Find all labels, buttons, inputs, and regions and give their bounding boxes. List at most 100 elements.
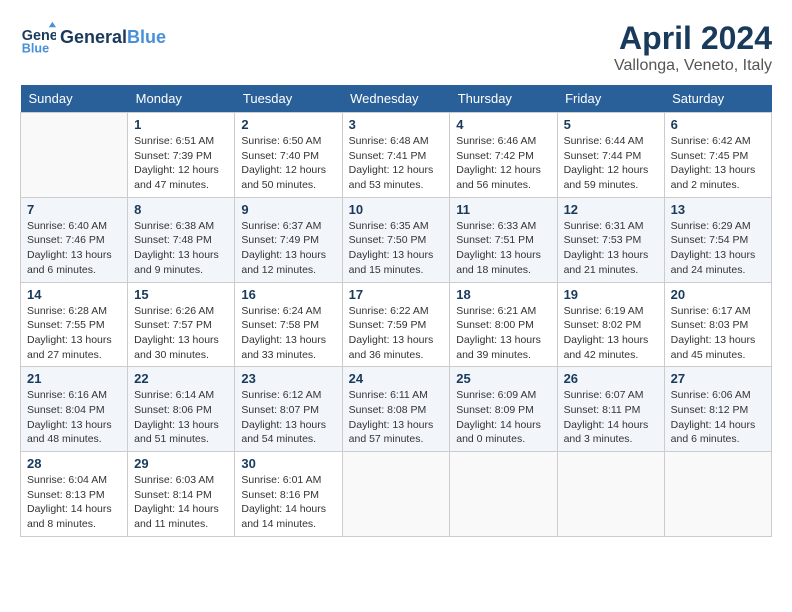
- calendar-week-row: 1 Sunrise: 6:51 AMSunset: 7:39 PMDaylight…: [21, 113, 772, 198]
- calendar-cell: 27 Sunrise: 6:06 AMSunset: 8:12 PMDayligh…: [664, 367, 771, 452]
- calendar-cell: 18 Sunrise: 6:21 AMSunset: 8:00 PMDayligh…: [450, 282, 557, 367]
- weekday-header-cell: Wednesday: [342, 85, 450, 113]
- day-info: Sunrise: 6:28 AMSunset: 7:55 PMDaylight:…: [27, 304, 121, 363]
- day-info: Sunrise: 6:33 AMSunset: 7:51 PMDaylight:…: [456, 219, 550, 278]
- day-number: 14: [27, 287, 121, 302]
- calendar-cell: 9Sunrise: 6:37 AMSunset: 7:49 PMDaylight…: [235, 197, 342, 282]
- day-number: 17: [349, 287, 444, 302]
- day-info: Sunrise: 6:09 AMSunset: 8:09 PMDaylight:…: [456, 388, 550, 447]
- weekday-header-cell: Tuesday: [235, 85, 342, 113]
- day-info: Sunrise: 6:19 AMSunset: 8:02 PMDaylight:…: [564, 304, 658, 363]
- day-number: 4: [456, 117, 550, 132]
- calendar-cell: 24Sunrise: 6:11 AMSunset: 8:08 PMDayligh…: [342, 367, 450, 452]
- calendar-cell: 23 Sunrise: 6:12 AMSunset: 8:07 PMDayligh…: [235, 367, 342, 452]
- location-title: Vallonga, Veneto, Italy: [614, 57, 772, 75]
- day-info: Sunrise: 6:51 AMSunset: 7:39 PMDaylight:…: [134, 134, 228, 193]
- day-number: 13: [671, 202, 765, 217]
- day-info: Sunrise: 6:31 AMSunset: 7:53 PMDaylight:…: [564, 219, 658, 278]
- day-number: 23: [241, 371, 335, 386]
- calendar-cell: 16Sunrise: 6:24 AMSunset: 7:58 PMDayligh…: [235, 282, 342, 367]
- calendar-cell: 2 Sunrise: 6:50 AMSunset: 7:40 PMDaylight…: [235, 113, 342, 198]
- calendar-cell: 11 Sunrise: 6:33 AMSunset: 7:51 PMDayligh…: [450, 197, 557, 282]
- logo-icon: General Blue: [20, 20, 56, 56]
- weekday-header-row: SundayMondayTuesdayWednesdayThursdayFrid…: [21, 85, 772, 113]
- day-number: 6: [671, 117, 765, 132]
- day-info: Sunrise: 6:40 AMSunset: 7:46 PMDaylight:…: [27, 219, 121, 278]
- calendar-week-row: 28 Sunrise: 6:04 AMSunset: 8:13 PMDayligh…: [21, 452, 772, 537]
- weekday-header-cell: Saturday: [664, 85, 771, 113]
- month-title: April 2024: [614, 20, 772, 57]
- page-header: General Blue GeneralBlue April 2024 Vall…: [20, 20, 772, 75]
- calendar-cell: [557, 452, 664, 537]
- day-number: 3: [349, 117, 444, 132]
- day-info: Sunrise: 6:26 AMSunset: 7:57 PMDaylight:…: [134, 304, 228, 363]
- day-number: 10: [349, 202, 444, 217]
- day-number: 27: [671, 371, 765, 386]
- calendar-cell: 1 Sunrise: 6:51 AMSunset: 7:39 PMDaylight…: [128, 113, 235, 198]
- calendar-cell: 4 Sunrise: 6:46 AMSunset: 7:42 PMDaylight…: [450, 113, 557, 198]
- calendar-cell: 10Sunrise: 6:35 AMSunset: 7:50 PMDayligh…: [342, 197, 450, 282]
- day-number: 8: [134, 202, 228, 217]
- calendar-cell: 17Sunrise: 6:22 AMSunset: 7:59 PMDayligh…: [342, 282, 450, 367]
- day-number: 30: [241, 456, 335, 471]
- day-info: Sunrise: 6:37 AMSunset: 7:49 PMDaylight:…: [241, 219, 335, 278]
- day-info: Sunrise: 6:44 AMSunset: 7:44 PMDaylight:…: [564, 134, 658, 193]
- day-info: Sunrise: 6:17 AMSunset: 8:03 PMDaylight:…: [671, 304, 765, 363]
- logo: General Blue GeneralBlue: [20, 20, 166, 56]
- day-info: Sunrise: 6:21 AMSunset: 8:00 PMDaylight:…: [456, 304, 550, 363]
- calendar-cell: 29 Sunrise: 6:03 AMSunset: 8:14 PMDayligh…: [128, 452, 235, 537]
- day-info: Sunrise: 6:14 AMSunset: 8:06 PMDaylight:…: [134, 388, 228, 447]
- day-info: Sunrise: 6:01 AMSunset: 8:16 PMDaylight:…: [241, 473, 335, 532]
- day-info: Sunrise: 6:46 AMSunset: 7:42 PMDaylight:…: [456, 134, 550, 193]
- calendar-cell: [664, 452, 771, 537]
- day-info: Sunrise: 6:42 AMSunset: 7:45 PMDaylight:…: [671, 134, 765, 193]
- calendar-cell: 30 Sunrise: 6:01 AMSunset: 8:16 PMDayligh…: [235, 452, 342, 537]
- calendar-cell: [21, 113, 128, 198]
- logo-text: GeneralBlue: [60, 28, 166, 48]
- day-number: 22: [134, 371, 228, 386]
- day-number: 19: [564, 287, 658, 302]
- calendar-cell: 8Sunrise: 6:38 AMSunset: 7:48 PMDaylight…: [128, 197, 235, 282]
- day-number: 16: [241, 287, 335, 302]
- weekday-header-cell: Sunday: [21, 85, 128, 113]
- calendar-week-row: 7Sunrise: 6:40 AMSunset: 7:46 PMDaylight…: [21, 197, 772, 282]
- day-number: 1: [134, 117, 228, 132]
- day-info: Sunrise: 6:04 AMSunset: 8:13 PMDaylight:…: [27, 473, 121, 532]
- weekday-header-cell: Monday: [128, 85, 235, 113]
- calendar-cell: 12 Sunrise: 6:31 AMSunset: 7:53 PMDayligh…: [557, 197, 664, 282]
- day-info: Sunrise: 6:16 AMSunset: 8:04 PMDaylight:…: [27, 388, 121, 447]
- day-info: Sunrise: 6:07 AMSunset: 8:11 PMDaylight:…: [564, 388, 658, 447]
- calendar-cell: 28 Sunrise: 6:04 AMSunset: 8:13 PMDayligh…: [21, 452, 128, 537]
- day-info: Sunrise: 6:48 AMSunset: 7:41 PMDaylight:…: [349, 134, 444, 193]
- day-number: 2: [241, 117, 335, 132]
- day-number: 21: [27, 371, 121, 386]
- calendar-cell: 26Sunrise: 6:07 AMSunset: 8:11 PMDayligh…: [557, 367, 664, 452]
- calendar-cell: 13 Sunrise: 6:29 AMSunset: 7:54 PMDayligh…: [664, 197, 771, 282]
- calendar-cell: 5Sunrise: 6:44 AMSunset: 7:44 PMDaylight…: [557, 113, 664, 198]
- calendar-cell: 20Sunrise: 6:17 AMSunset: 8:03 PMDayligh…: [664, 282, 771, 367]
- day-number: 12: [564, 202, 658, 217]
- calendar-cell: [342, 452, 450, 537]
- calendar-cell: 15Sunrise: 6:26 AMSunset: 7:57 PMDayligh…: [128, 282, 235, 367]
- day-info: Sunrise: 6:06 AMSunset: 8:12 PMDaylight:…: [671, 388, 765, 447]
- weekday-header-cell: Thursday: [450, 85, 557, 113]
- day-number: 11: [456, 202, 550, 217]
- day-info: Sunrise: 6:29 AMSunset: 7:54 PMDaylight:…: [671, 219, 765, 278]
- day-info: Sunrise: 6:03 AMSunset: 8:14 PMDaylight:…: [134, 473, 228, 532]
- calendar-body: 1 Sunrise: 6:51 AMSunset: 7:39 PMDaylight…: [21, 113, 772, 537]
- calendar-cell: [450, 452, 557, 537]
- calendar-cell: 25Sunrise: 6:09 AMSunset: 8:09 PMDayligh…: [450, 367, 557, 452]
- day-number: 29: [134, 456, 228, 471]
- calendar-cell: 7Sunrise: 6:40 AMSunset: 7:46 PMDaylight…: [21, 197, 128, 282]
- calendar-cell: 19 Sunrise: 6:19 AMSunset: 8:02 PMDayligh…: [557, 282, 664, 367]
- day-number: 18: [456, 287, 550, 302]
- weekday-header-cell: Friday: [557, 85, 664, 113]
- calendar-week-row: 21 Sunrise: 6:16 AMSunset: 8:04 PMDayligh…: [21, 367, 772, 452]
- day-number: 28: [27, 456, 121, 471]
- day-info: Sunrise: 6:50 AMSunset: 7:40 PMDaylight:…: [241, 134, 335, 193]
- calendar-cell: 3 Sunrise: 6:48 AMSunset: 7:41 PMDaylight…: [342, 113, 450, 198]
- day-info: Sunrise: 6:12 AMSunset: 8:07 PMDaylight:…: [241, 388, 335, 447]
- calendar-cell: 21 Sunrise: 6:16 AMSunset: 8:04 PMDayligh…: [21, 367, 128, 452]
- svg-text:Blue: Blue: [22, 41, 49, 55]
- calendar-cell: 6 Sunrise: 6:42 AMSunset: 7:45 PMDaylight…: [664, 113, 771, 198]
